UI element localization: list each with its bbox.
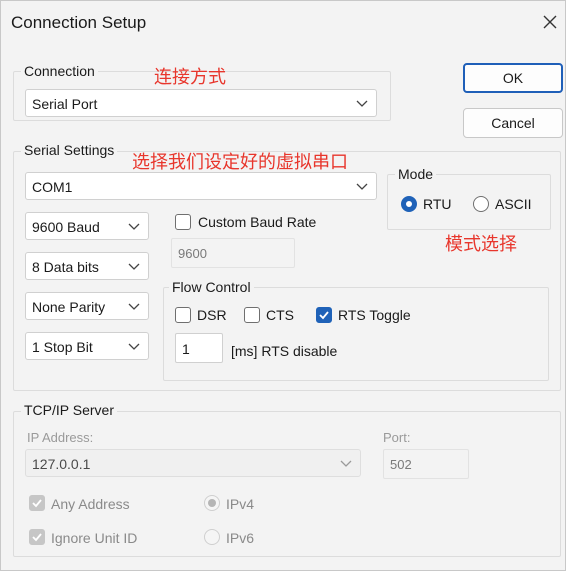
- ignore-unit-id-checkbox[interactable]: [29, 529, 45, 545]
- chevron-down-icon: [340, 460, 352, 467]
- parity-value: None Parity: [32, 299, 106, 315]
- connection-type-value: Serial Port: [32, 96, 98, 112]
- com-port-value: COM1: [32, 179, 73, 195]
- baud-rate-select[interactable]: 9600 Baud: [25, 212, 149, 240]
- dsr-checkbox[interactable]: [175, 307, 191, 323]
- port-value: 502: [390, 457, 412, 472]
- rts-disable-value: 1: [182, 341, 190, 357]
- any-address-checkbox[interactable]: [29, 495, 45, 511]
- cts-checkbox[interactable]: [244, 307, 260, 323]
- chevron-down-icon: [356, 100, 368, 107]
- chevron-down-icon: [128, 223, 140, 230]
- window-title: Connection Setup: [11, 13, 147, 32]
- ok-button[interactable]: OK: [463, 63, 563, 93]
- stop-bits-select[interactable]: 1 Stop Bit: [25, 332, 149, 360]
- ipv6-radio[interactable]: [204, 529, 220, 545]
- tcpip-server-group-label: TCP/IP Server: [21, 402, 117, 418]
- ignore-unit-id-label: Ignore Unit ID: [51, 530, 138, 546]
- mode-annotation: 模式选择: [445, 234, 517, 255]
- check-icon: [32, 499, 42, 508]
- connection-type-select[interactable]: Serial Port: [25, 89, 377, 117]
- custom-baud-value: 9600: [178, 246, 207, 261]
- parity-select[interactable]: None Parity: [25, 292, 149, 320]
- ipv4-radio[interactable]: [204, 495, 220, 511]
- custom-baud-checkbox[interactable]: [175, 214, 191, 230]
- mode-rtu-label: RTU: [423, 196, 452, 212]
- chevron-down-icon: [128, 343, 140, 350]
- baud-rate-value: 9600 Baud: [32, 219, 100, 235]
- dsr-label: DSR: [197, 307, 227, 323]
- ip-address-select[interactable]: 127.0.0.1: [25, 449, 361, 477]
- connection-group-label: Connection: [21, 63, 98, 79]
- port-label: Port:: [383, 430, 411, 445]
- flow-control-group-label: Flow Control: [169, 279, 254, 295]
- stop-bits-value: 1 Stop Bit: [32, 339, 93, 355]
- check-icon: [32, 533, 42, 542]
- mode-ascii-label: ASCII: [495, 196, 532, 212]
- mode-group-label: Mode: [395, 166, 437, 182]
- rts-disable-label: [ms] RTS disable: [231, 343, 338, 359]
- mode-rtu-radio[interactable]: [401, 196, 417, 212]
- data-bits-value: 8 Data bits: [32, 259, 99, 275]
- chevron-down-icon: [128, 303, 140, 310]
- rts-toggle-label: RTS Toggle: [338, 307, 411, 323]
- ip-address-value: 127.0.0.1: [32, 456, 91, 472]
- port-input[interactable]: 502: [383, 449, 469, 479]
- rts-disable-input[interactable]: 1: [175, 333, 223, 363]
- connection-annotation: 连接方式: [154, 67, 226, 88]
- data-bits-select[interactable]: 8 Data bits: [25, 252, 149, 280]
- mode-ascii-radio[interactable]: [473, 196, 489, 212]
- ipv4-label: IPv4: [226, 496, 255, 512]
- custom-baud-input[interactable]: 9600: [171, 238, 295, 268]
- close-icon: [543, 15, 557, 29]
- ip-address-label: IP Address:: [27, 430, 94, 445]
- chevron-down-icon: [128, 263, 140, 270]
- any-address-label: Any Address: [51, 496, 130, 512]
- check-icon: [319, 311, 329, 320]
- cts-label: CTS: [266, 307, 294, 323]
- chevron-down-icon: [356, 183, 368, 190]
- serial-settings-group-label: Serial Settings: [21, 142, 118, 158]
- cancel-button[interactable]: Cancel: [463, 108, 563, 138]
- connection-setup-dialog: Connection Setup OK Cancel Connection 连接…: [0, 0, 566, 571]
- rts-toggle-checkbox[interactable]: [316, 307, 332, 323]
- com-port-select[interactable]: COM1: [25, 172, 377, 200]
- close-button[interactable]: [539, 11, 561, 33]
- ipv6-label: IPv6: [226, 530, 255, 546]
- custom-baud-label: Custom Baud Rate: [198, 214, 317, 230]
- serial-settings-annotation: 选择我们设定好的虚拟串口: [132, 152, 348, 173]
- title-bar: Connection Setup: [1, 1, 565, 45]
